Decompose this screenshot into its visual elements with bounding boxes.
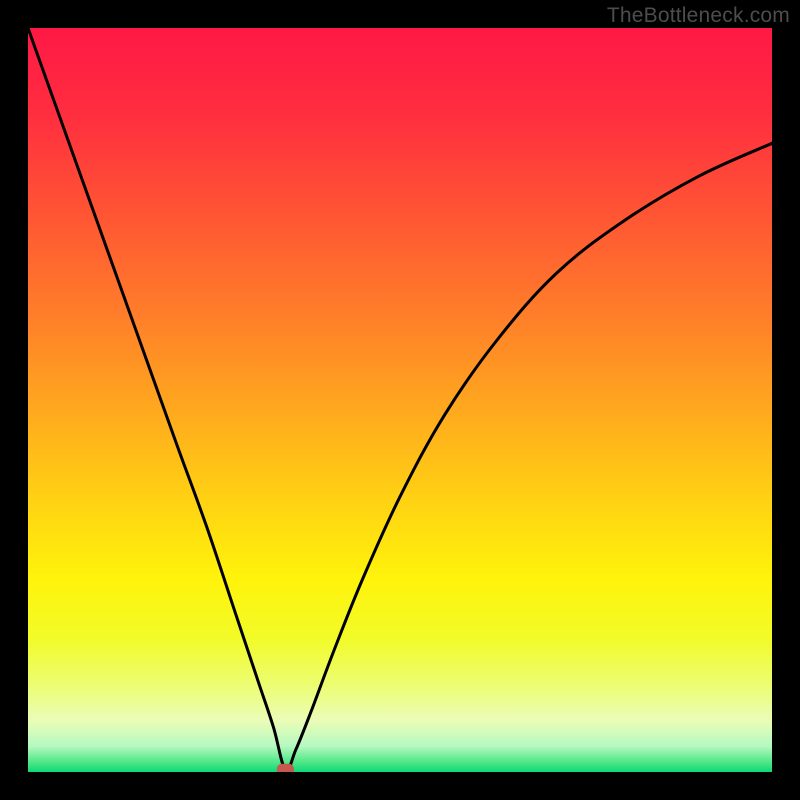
- watermark-label: TheBottleneck.com: [607, 4, 790, 28]
- chart-frame: TheBottleneck.com: [0, 0, 800, 800]
- gradient-background: [28, 28, 772, 772]
- plot-area: [28, 28, 772, 772]
- chart-svg: [28, 28, 772, 772]
- marker-dot: [277, 764, 294, 772]
